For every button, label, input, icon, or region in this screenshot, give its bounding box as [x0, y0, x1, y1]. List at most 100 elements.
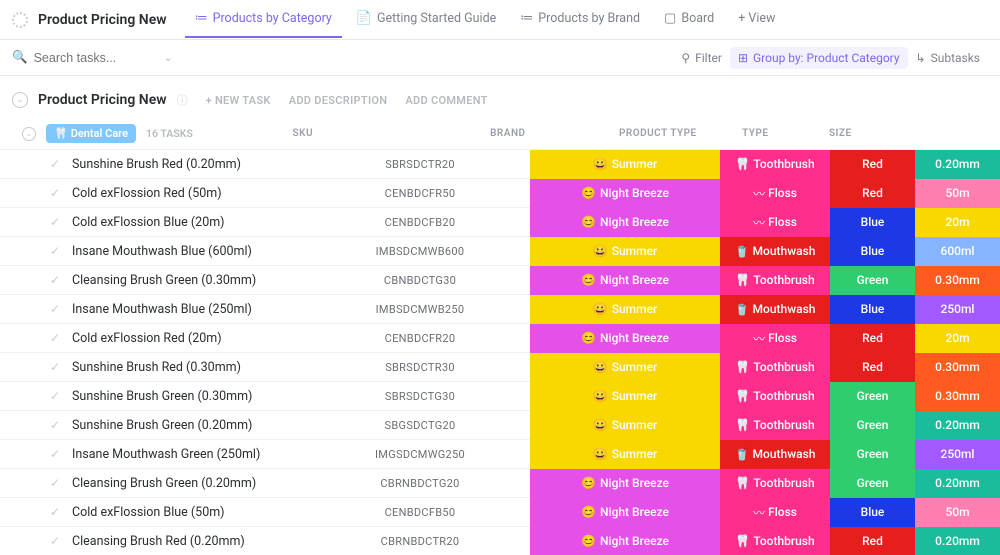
cell-size[interactable]: 0.30mm: [915, 353, 1000, 382]
cell-brand[interactable]: 😀 Summer: [530, 150, 720, 179]
tab-products-by-brand[interactable]: ≔Products by Brand: [510, 1, 650, 38]
cell-size[interactable]: 600ml: [915, 237, 1000, 266]
cell-brand[interactable]: 😊 Night Breeze: [530, 324, 720, 353]
cell-size[interactable]: 0.20mm: [915, 469, 1000, 498]
task-name[interactable]: Cleansing Brush Red (0.20mm): [64, 534, 310, 549]
group-collapse-toggle[interactable]: ⌄: [22, 127, 36, 141]
cell-product-type[interactable]: 〰Floss: [720, 324, 830, 353]
cell-sku[interactable]: SBGSDCTG20: [310, 411, 530, 440]
cell-product-type[interactable]: 🦷Toothbrush: [720, 382, 830, 411]
cell-type[interactable]: Red: [830, 179, 915, 208]
cell-size[interactable]: 20m: [915, 324, 1000, 353]
task-name[interactable]: Insane Mouthwash Blue (250ml): [64, 302, 310, 317]
add-view-button[interactable]: + View: [728, 1, 785, 38]
task-name[interactable]: Cleansing Brush Green (0.30mm): [64, 273, 310, 288]
table-row[interactable]: ✓Cleansing Brush Green (0.20mm)CBRNBDCTG…: [0, 468, 1000, 497]
cell-size[interactable]: 0.20mm: [915, 411, 1000, 440]
cell-product-type[interactable]: 🦷Toothbrush: [720, 527, 830, 555]
cell-brand[interactable]: 😊 Night Breeze: [530, 498, 720, 527]
search-box[interactable]: 🔍 ⌄: [12, 50, 173, 65]
cell-type[interactable]: Red: [830, 150, 915, 179]
cell-sku[interactable]: IMBSDCMWB250: [310, 295, 530, 324]
task-name[interactable]: Sunshine Brush Green (0.30mm): [64, 389, 310, 404]
cell-sku[interactable]: IMGSDCMWG250: [310, 440, 530, 469]
cell-type[interactable]: Blue: [830, 295, 915, 324]
task-name[interactable]: Cleansing Brush Green (0.20mm): [64, 476, 310, 491]
cell-sku[interactable]: SBRSDCTR20: [310, 150, 530, 179]
task-name[interactable]: Cold exFlossion Red (20m): [64, 331, 310, 346]
cell-sku[interactable]: CENBDCFB20: [310, 208, 530, 237]
col-sku[interactable]: SKU: [193, 128, 413, 139]
cell-type[interactable]: Red: [830, 353, 915, 382]
table-row[interactable]: ✓Cold exFlossion Blue (20m)CENBDCFB20😊 N…: [0, 207, 1000, 236]
table-row[interactable]: ✓Sunshine Brush Red (0.30mm)SBRSDCTR30😀 …: [0, 352, 1000, 381]
table-row[interactable]: ✓Insane Mouthwash Green (250ml)IMGSDCMWG…: [0, 439, 1000, 468]
cell-brand[interactable]: 😀 Summer: [530, 353, 720, 382]
cell-size[interactable]: 250ml: [915, 295, 1000, 324]
col-type[interactable]: TYPE: [713, 128, 798, 139]
task-name[interactable]: Cold exFlossion Blue (50m): [64, 505, 310, 520]
cell-size[interactable]: 50m: [915, 179, 1000, 208]
cell-product-type[interactable]: 🦷Toothbrush: [720, 469, 830, 498]
tab-getting-started-guide[interactable]: 📄Getting Started Guide: [346, 1, 506, 38]
cell-sku[interactable]: SBRSDCTG30: [310, 382, 530, 411]
filter-button[interactable]: ⚲Filter: [673, 47, 730, 69]
cell-type[interactable]: Green: [830, 382, 915, 411]
cell-brand[interactable]: 😊 Night Breeze: [530, 179, 720, 208]
cell-brand[interactable]: 😊 Night Breeze: [530, 208, 720, 237]
cell-sku[interactable]: CENBDCFB50: [310, 498, 530, 527]
task-name[interactable]: Insane Mouthwash Blue (600ml): [64, 244, 310, 259]
table-row[interactable]: ✓Cold exFlossion Red (50m)CENBDCFR50😊 Ni…: [0, 178, 1000, 207]
task-name[interactable]: Cold exFlossion Red (50m): [64, 186, 310, 201]
tab-board[interactable]: ▢Board: [654, 1, 724, 38]
cell-type[interactable]: Blue: [830, 498, 915, 527]
new-task-button[interactable]: + NEW TASK: [206, 94, 271, 107]
table-row[interactable]: ✓Cleansing Brush Green (0.30mm)CBNBDCTG3…: [0, 265, 1000, 294]
subtasks-button[interactable]: ↳Subtasks: [908, 47, 988, 69]
cell-sku[interactable]: IMBSDCMWB600: [310, 237, 530, 266]
cell-brand[interactable]: 😊 Night Breeze: [530, 266, 720, 295]
tab-products-by-category[interactable]: ≔Products by Category: [185, 1, 342, 38]
cell-brand[interactable]: 😀 Summer: [530, 411, 720, 440]
cell-type[interactable]: Green: [830, 469, 915, 498]
cell-sku[interactable]: SBRSDCTR30: [310, 353, 530, 382]
cell-brand[interactable]: 😀 Summer: [530, 295, 720, 324]
cell-type[interactable]: Green: [830, 440, 915, 469]
table-row[interactable]: ✓Cleansing Brush Red (0.20mm)CBRNBDCTR20…: [0, 526, 1000, 555]
task-name[interactable]: Sunshine Brush Green (0.20mm): [64, 418, 310, 433]
groupby-button[interactable]: ⊞Group by: Product Category: [730, 47, 908, 69]
col-size[interactable]: SIZE: [798, 128, 883, 139]
add-comment-button[interactable]: ADD COMMENT: [405, 94, 487, 107]
cell-type[interactable]: Green: [830, 266, 915, 295]
task-name[interactable]: Sunshine Brush Red (0.30mm): [64, 360, 310, 375]
add-description-button[interactable]: ADD DESCRIPTION: [289, 94, 388, 107]
search-input[interactable]: [34, 51, 154, 65]
cell-size[interactable]: 0.30mm: [915, 266, 1000, 295]
info-icon[interactable]: ⓘ: [177, 92, 188, 108]
group-badge[interactable]: 🦷 Dental Care: [46, 124, 136, 143]
table-row[interactable]: ✓Insane Mouthwash Blue (250ml)IMBSDCMWB2…: [0, 294, 1000, 323]
cell-product-type[interactable]: 🦷Toothbrush: [720, 353, 830, 382]
cell-type[interactable]: Green: [830, 411, 915, 440]
cell-size[interactable]: 0.20mm: [915, 150, 1000, 179]
cell-product-type[interactable]: 〰Floss: [720, 208, 830, 237]
cell-size[interactable]: 250ml: [915, 440, 1000, 469]
cell-product-type[interactable]: 🦷Toothbrush: [720, 150, 830, 179]
cell-size[interactable]: 20m: [915, 208, 1000, 237]
col-brand[interactable]: BRAND: [413, 128, 603, 139]
cell-type[interactable]: Red: [830, 324, 915, 353]
cell-product-type[interactable]: 🥤Mouthwash: [720, 237, 830, 266]
col-ptype[interactable]: PRODUCT TYPE: [603, 128, 713, 139]
chevron-down-icon[interactable]: ⌄: [164, 51, 173, 64]
cell-product-type[interactable]: 〰Floss: [720, 498, 830, 527]
task-name[interactable]: Insane Mouthwash Green (250ml): [64, 447, 310, 462]
cell-size[interactable]: 50m: [915, 498, 1000, 527]
cell-sku[interactable]: CENBDCFR50: [310, 179, 530, 208]
cell-product-type[interactable]: 🥤Mouthwash: [720, 440, 830, 469]
table-row[interactable]: ✓Cold exFlossion Red (20m)CENBDCFR20😊 Ni…: [0, 323, 1000, 352]
table-row[interactable]: ✓Insane Mouthwash Blue (600ml)IMBSDCMWB6…: [0, 236, 1000, 265]
table-row[interactable]: ✓Sunshine Brush Red (0.20mm)SBRSDCTR20😀 …: [0, 149, 1000, 178]
cell-product-type[interactable]: 🥤Mouthwash: [720, 295, 830, 324]
cell-product-type[interactable]: 🦷Toothbrush: [720, 266, 830, 295]
cell-size[interactable]: 0.20mm: [915, 527, 1000, 555]
